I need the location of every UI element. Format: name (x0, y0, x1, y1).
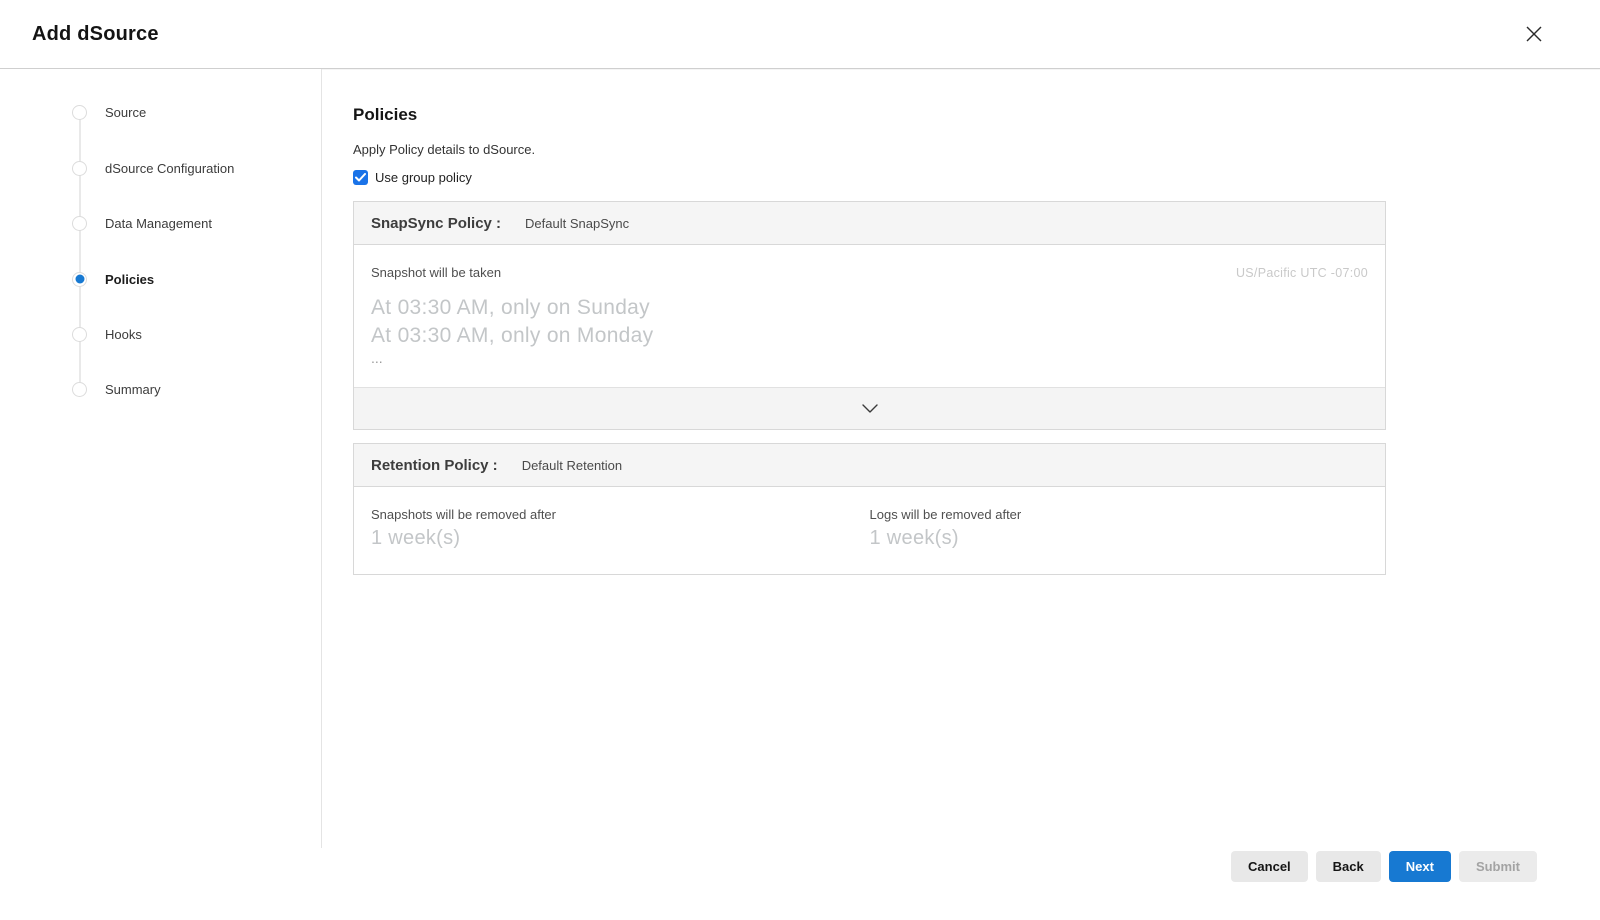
retention-policy-header: Retention Policy : Default Retention (354, 444, 1385, 487)
step-circle (72, 105, 87, 120)
step-circle-active (72, 272, 87, 287)
snapsync-policy-panel: SnapSync Policy : Default SnapSync Snaps… (353, 201, 1386, 430)
use-group-policy-checkbox[interactable]: Use group policy (353, 170, 1386, 185)
submit-button[interactable]: Submit (1459, 851, 1537, 882)
cancel-button[interactable]: Cancel (1231, 851, 1308, 882)
retention-policy-panel: Retention Policy : Default Retention Sna… (353, 443, 1386, 575)
retention-policy-body: Snapshots will be removed after 1 week(s… (354, 487, 1385, 574)
snapshots-retention-label: Snapshots will be removed after (371, 507, 870, 522)
sidebar-step-dsource-configuration[interactable]: dSource Configuration (72, 160, 234, 176)
x-icon (1524, 24, 1544, 44)
logs-retention-value: 1 week(s) (870, 527, 1369, 550)
schedule-line: At 03:30 AM, only on Monday (371, 322, 1368, 350)
sidebar-step-policies[interactable]: Policies (72, 271, 154, 287)
schedule-label: Snapshot will be taken (371, 265, 501, 280)
sidebar-step-summary[interactable]: Summary (72, 381, 161, 397)
page-description: Apply Policy details to dSource. (353, 142, 1386, 157)
sidebar-step-hooks[interactable]: Hooks (72, 326, 142, 342)
logs-retention-label: Logs will be removed after (870, 507, 1369, 522)
snapshots-retention-column: Snapshots will be removed after 1 week(s… (371, 507, 870, 550)
step-label: dSource Configuration (105, 161, 234, 176)
dialog-header: Add dSource (0, 0, 1600, 69)
dialog-title: Add dSource (32, 23, 159, 46)
policies-panel: Policies Apply Policy details to dSource… (353, 69, 1386, 575)
step-circle (72, 161, 87, 176)
snapsync-policy-value: Default SnapSync (525, 216, 629, 231)
step-label: Data Management (105, 216, 212, 231)
sidebar-step-source[interactable]: Source (72, 104, 146, 120)
snapsync-policy-header: SnapSync Policy : Default SnapSync (354, 202, 1385, 245)
step-label: Policies (105, 272, 154, 287)
back-button[interactable]: Back (1316, 851, 1381, 882)
retention-policy-value: Default Retention (522, 458, 622, 473)
next-button[interactable]: Next (1389, 851, 1451, 882)
retention-policy-title: Retention Policy : (371, 457, 498, 474)
step-circle (72, 382, 87, 397)
timezone-label: US/Pacific UTC -07:00 (1236, 266, 1368, 280)
schedule-ellipsis: ... (371, 351, 1368, 365)
page-title: Policies (353, 105, 1386, 125)
schedule-line: At 03:30 AM, only on Sunday (371, 294, 1368, 322)
close-button[interactable] (1520, 20, 1548, 48)
wizard-body: Source dSource Configuration Data Manage… (0, 69, 1600, 920)
step-connector-line (79, 112, 81, 389)
logs-retention-column: Logs will be removed after 1 week(s) (870, 507, 1369, 550)
wizard-footer-actions: Cancel Back Next Submit (1231, 851, 1537, 882)
snapshots-retention-value: 1 week(s) (371, 527, 870, 550)
step-circle (72, 216, 87, 231)
sidebar-step-data-management[interactable]: Data Management (72, 215, 212, 231)
snapsync-policy-body: Snapshot will be taken US/Pacific UTC -0… (354, 245, 1385, 387)
step-label: Source (105, 105, 146, 120)
snapsync-expand-toggle[interactable] (354, 387, 1385, 429)
chevron-down-icon (862, 404, 878, 413)
step-label: Hooks (105, 327, 142, 342)
step-label: Summary (105, 382, 161, 397)
checkbox-checked-icon (353, 170, 368, 185)
wizard-steps-sidebar: Source dSource Configuration Data Manage… (0, 69, 322, 848)
checkbox-label: Use group policy (375, 170, 472, 185)
snapsync-policy-title: SnapSync Policy : (371, 215, 501, 232)
step-circle (72, 327, 87, 342)
schedule-lines: At 03:30 AM, only on Sunday At 03:30 AM,… (371, 294, 1368, 365)
